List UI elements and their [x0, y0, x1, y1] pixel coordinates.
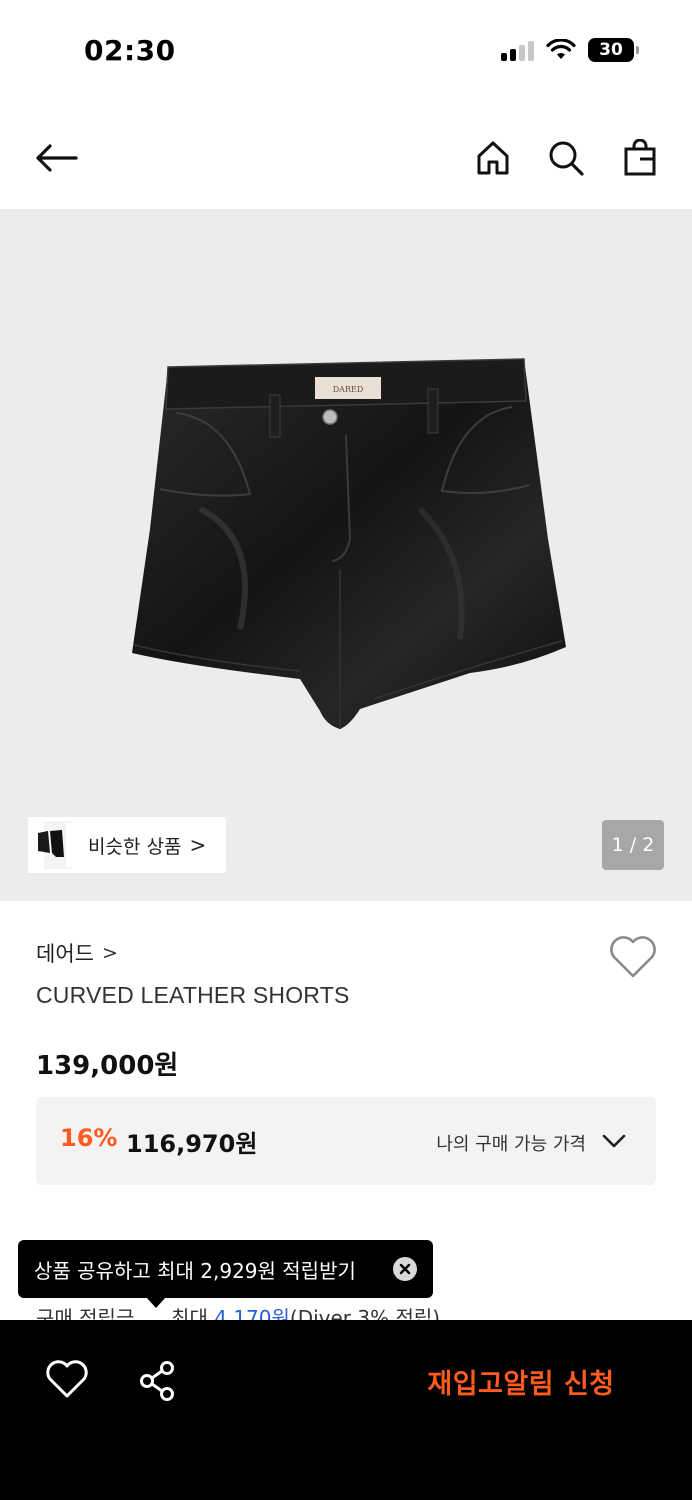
brand-name: 데어드: [36, 942, 94, 966]
battery-icon: 30: [588, 38, 639, 62]
status-bar: 02:30 30: [0, 0, 692, 100]
status-time: 02:30: [84, 34, 176, 67]
bottom-wishlist-button[interactable]: [44, 1358, 90, 1404]
product-image[interactable]: DARED: [0, 209, 692, 901]
leather-shorts-image: DARED: [132, 358, 566, 729]
similar-thumbnail-icon: [28, 817, 88, 873]
battery-level: 30: [599, 40, 623, 60]
bottom-action-bar: 재입고알림 신청: [0, 1320, 692, 1500]
tooltip-close-button[interactable]: [393, 1257, 417, 1281]
similar-products-thumbnails: [28, 817, 88, 873]
close-icon: [399, 1263, 411, 1275]
chevron-right-icon: >: [189, 833, 207, 857]
back-button[interactable]: [32, 134, 80, 182]
image-page-indicator: 1 / 2: [602, 820, 664, 870]
similar-products-label: 비슷한 상품: [88, 835, 182, 858]
search-icon: [549, 141, 584, 176]
discount-rate: 16%: [60, 1124, 118, 1152]
restock-alert-button[interactable]: 재입고알림 신청: [404, 1356, 638, 1406]
status-indicators: 30: [501, 38, 639, 62]
chevron-down-icon: [602, 1134, 626, 1148]
chevron-right-icon: >: [101, 942, 118, 964]
similar-products-button[interactable]: 비슷한 상품 >: [28, 817, 226, 873]
brand-link[interactable]: 데어드 >: [36, 938, 118, 968]
share-button[interactable]: [136, 1358, 182, 1404]
home-button[interactable]: [469, 134, 517, 182]
tooltip-text: 상품 공유하고 최대 2,929원 적립받기: [34, 1258, 356, 1283]
top-navigation: [0, 110, 692, 206]
discount-price: 116,970원: [126, 1130, 258, 1158]
my-price-dropdown[interactable]: 16% 116,970원 나의 구매 가능 가격: [36, 1097, 656, 1185]
product-label-text: DARED: [333, 385, 363, 394]
home-icon: [477, 141, 509, 175]
tooltip-arrow: [146, 1297, 166, 1308]
back-arrow-icon: [36, 144, 78, 172]
my-price-label: 나의 구매 가능 가격: [436, 1134, 586, 1155]
cellular-signal-icon: [501, 39, 534, 61]
heart-icon: [610, 936, 656, 978]
wifi-icon: [546, 39, 576, 59]
wishlist-button[interactable]: [608, 934, 658, 980]
cart-button[interactable]: [616, 134, 664, 182]
product-price: 139,000원: [36, 1051, 179, 1081]
heart-icon: [46, 1360, 88, 1398]
share-reward-tooltip: 상품 공유하고 최대 2,929원 적립받기: [18, 1240, 433, 1308]
search-button[interactable]: [542, 134, 590, 182]
shopping-bag-icon: [624, 139, 656, 176]
share-icon: [140, 1361, 174, 1401]
product-name: CURVED LEATHER SHORTS: [36, 982, 350, 1008]
